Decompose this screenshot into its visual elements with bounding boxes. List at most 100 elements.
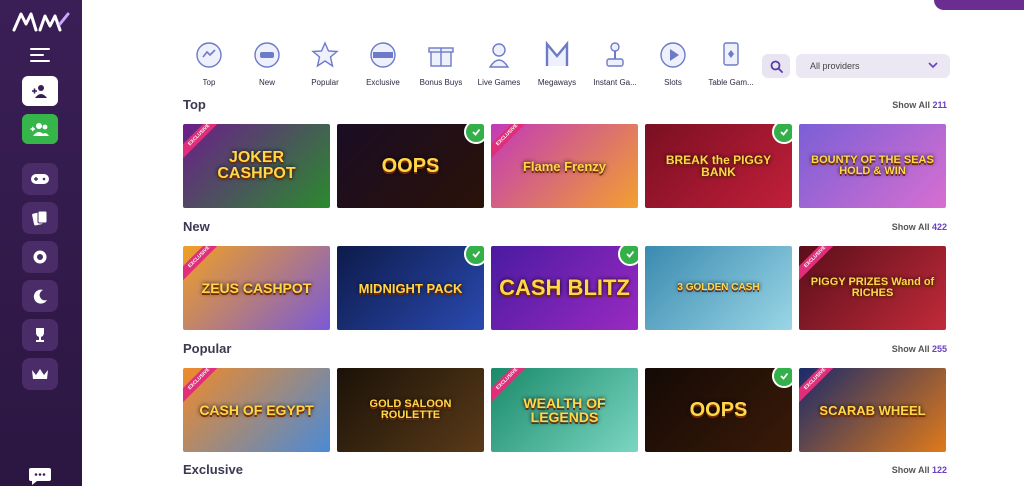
dealer-icon [488, 43, 510, 68]
category-popular[interactable]: Popular [296, 40, 354, 87]
game-title: SCARAB WHEEL [819, 402, 926, 418]
chat-icon[interactable] [28, 466, 52, 486]
crescent-icon [33, 289, 47, 304]
section-title-new: New [183, 219, 210, 234]
card-icon [723, 42, 739, 66]
crypto-icon [780, 128, 789, 136]
category-label: Table Gam... [708, 78, 754, 87]
game-title: OOPS [689, 399, 748, 421]
game-title: JOKER CASHPOT [217, 149, 296, 182]
category-new[interactable]: New [238, 40, 296, 87]
category-nav: Top New Popular Exclusive Bonus Buys Live Gam… [180, 40, 760, 87]
category-label: New [258, 78, 275, 87]
game-tile[interactable]: JOKER CASHPOT EXCLUSIVE [183, 124, 330, 208]
chevron-down-icon [928, 62, 938, 69]
gift-icon [428, 47, 454, 67]
game-tile[interactable]: OOPS [645, 368, 792, 452]
show-all-label: Show All [891, 222, 930, 232]
new-badge [464, 124, 484, 144]
category-top[interactable]: Top [180, 40, 238, 87]
category-label: Bonus Buys [419, 78, 463, 87]
category-instant-ga[interactable]: Instant Ga... [586, 40, 644, 87]
game-title: WEALTH OF LEGENDS [523, 395, 606, 425]
category-label: Live Games [477, 78, 521, 87]
search-icon [770, 60, 783, 73]
sidebar-item-promotions[interactable] [22, 241, 58, 273]
category-megaways[interactable]: Megaways [528, 40, 586, 87]
sidebar-item-table-games[interactable] [22, 202, 58, 234]
category-live-games[interactable]: Live Games [470, 40, 528, 87]
game-row-new: ZEUS CASHPOT EXCLUSIVE MIDNIGHT PACK CASH B… [183, 246, 946, 330]
crown-icon [32, 369, 48, 379]
game-tile[interactable]: BOUNTY OF THE SEAS HOLD & WIN [799, 124, 946, 208]
game-title: PIGGY PRIZES Wand of RICHES [810, 276, 935, 299]
sidebar-item-vip[interactable] [22, 358, 58, 390]
megaways-icon [545, 40, 569, 66]
exclusive-icon [370, 42, 396, 68]
category-label: Instant Ga... [593, 78, 637, 87]
category-bonus-buys[interactable]: Bonus Buys [412, 40, 470, 87]
new-icon [254, 42, 280, 68]
show-all-exclusive[interactable]: Show All 122 [892, 465, 947, 475]
show-all-label: Show All [892, 100, 930, 110]
exclusive-ribbon: EXCLUSIVE [491, 124, 533, 160]
show-all-top[interactable]: Show All 211 [892, 100, 947, 110]
casino-logo[interactable] [12, 10, 70, 34]
show-all-count: 122 [931, 465, 947, 475]
game-tile[interactable]: BREAK the PIGGY BANK [645, 124, 792, 208]
show-all-count: 255 [931, 344, 947, 354]
game-tile[interactable]: ZEUS CASHPOT EXCLUSIVE [183, 246, 330, 330]
game-title: BOUNTY OF THE SEAS HOLD & WIN [811, 154, 934, 177]
register-button[interactable] [22, 114, 58, 144]
game-tile[interactable]: GOLD SALOON ROULETTE [337, 368, 484, 452]
game-tile[interactable]: CASH OF EGYPT EXCLUSIVE [183, 368, 330, 452]
game-tile[interactable]: PIGGY PRIZES Wand of RICHES EXCLUSIVE [799, 246, 946, 330]
crypto-icon [472, 128, 481, 136]
game-title: BREAK the PIGGY BANK [665, 153, 772, 179]
provider-select[interactable]: All providers [796, 54, 950, 78]
new-badge [464, 246, 484, 266]
game-tile[interactable]: Flame Frenzy EXCLUSIVE [491, 124, 638, 208]
game-tile[interactable]: SCARAB WHEEL EXCLUSIVE [799, 368, 946, 452]
sidebar-item-games[interactable] [22, 163, 58, 195]
search-button[interactable] [762, 54, 790, 78]
game-title: 3 GOLDEN CASH [677, 282, 760, 293]
category-exclusive[interactable]: Exclusive [354, 40, 412, 87]
show-all-label: Show All [891, 344, 930, 354]
exclusive-ribbon: EXCLUSIVE [799, 368, 841, 404]
user-add-icon [32, 85, 47, 98]
cards-icon [32, 210, 48, 226]
exclusive-ribbon: EXCLUSIVE [183, 246, 225, 282]
game-tile[interactable]: CASH BLITZ [491, 246, 638, 330]
section-title-top: Top [183, 97, 206, 112]
show-all-label: Show All [891, 465, 930, 475]
show-all-count: 422 [931, 222, 947, 232]
section-title-exclusive: Exclusive [183, 462, 243, 477]
game-title: MIDNIGHT PACK [358, 280, 463, 296]
game-tile[interactable]: OOPS [337, 124, 484, 208]
show-all-new[interactable]: Show All 422 [892, 222, 947, 232]
game-tile[interactable]: WEALTH OF LEGENDS EXCLUSIVE [491, 368, 638, 452]
category-table-gam[interactable]: Table Gam... [702, 40, 760, 87]
category-label: Top [202, 78, 216, 87]
show-all-popular[interactable]: Show All 255 [892, 344, 947, 354]
login-button[interactable] [22, 76, 58, 106]
sidebar-item-sports[interactable] [22, 280, 58, 312]
new-badge [772, 368, 792, 388]
hamburger-menu-icon[interactable] [30, 48, 50, 64]
trophy-icon [36, 328, 44, 342]
sidebar [0, 0, 82, 486]
gamepad-icon [31, 174, 49, 184]
game-tile[interactable]: 3 GOLDEN CASH [645, 246, 792, 330]
crypto-icon [780, 372, 789, 380]
sidebar-item-tournaments[interactable] [22, 319, 58, 351]
top-icon [196, 42, 222, 68]
game-title: CASH BLITZ [499, 275, 630, 300]
game-tile[interactable]: MIDNIGHT PACK [337, 246, 484, 330]
section-title-popular: Popular [183, 341, 232, 356]
category-slots[interactable]: Slots [644, 40, 702, 87]
provider-select-value: All providers [810, 61, 860, 71]
game-title: ZEUS CASHPOT [201, 280, 312, 296]
game-row-top: JOKER CASHPOT EXCLUSIVE OOPS Flame Frenzy EX… [183, 124, 946, 208]
joystick-icon [606, 42, 624, 67]
